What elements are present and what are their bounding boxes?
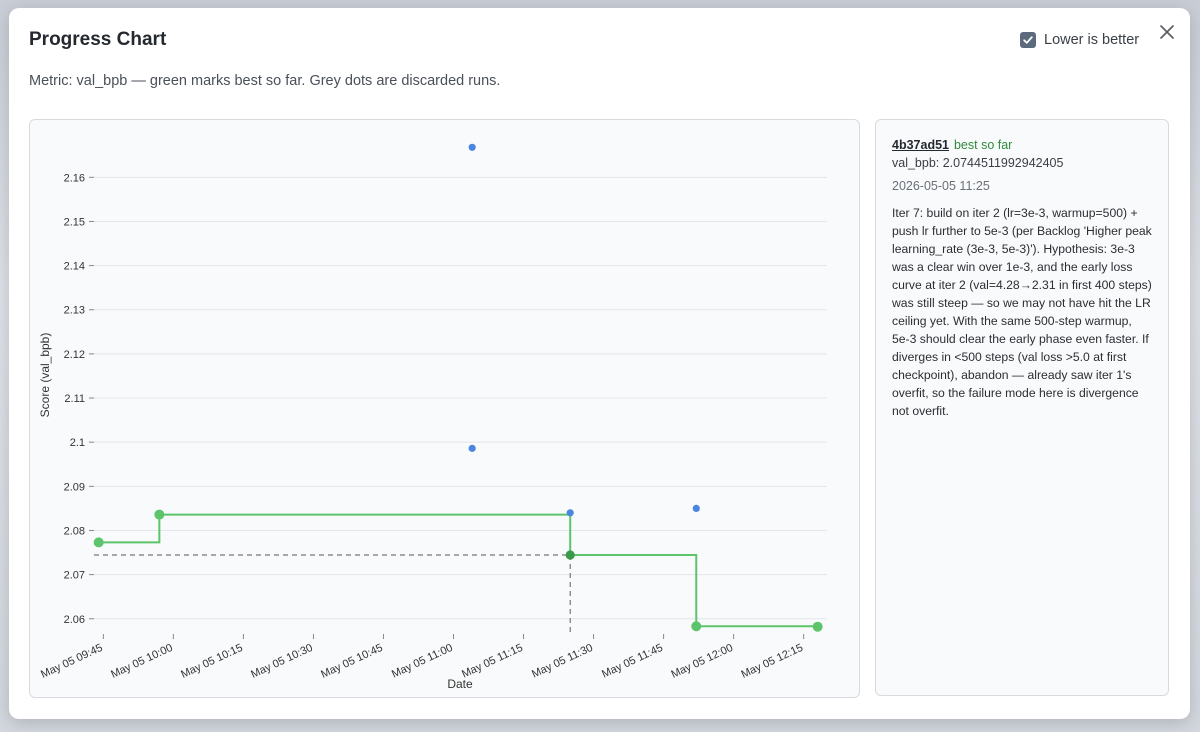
selected-run-point (565, 550, 575, 560)
y-tick-label: 2.06 (64, 614, 85, 626)
progress-chart: 2.06 2.07 2.08 2.09 2.1 2.11 2.12 2.13 2.14 2.15 2… (38, 143, 827, 691)
x-tick-label: May 05 10:30 (249, 642, 314, 681)
chart-panel: 2.06 2.07 2.08 2.09 2.1 2.11 2.12 2.13 2.14 2.15 2… (29, 119, 860, 698)
x-tick-label: May 05 11:30 (530, 642, 595, 681)
x-tick-label: May 05 10:00 (109, 642, 174, 681)
best-run-point (154, 509, 165, 520)
best-run-point (691, 621, 702, 632)
checkmark-icon (1023, 36, 1033, 44)
run-date: 2026-05-05 11:25 (892, 179, 990, 193)
close-icon (1160, 25, 1174, 39)
y-tick-label: 2.08 (64, 525, 85, 537)
x-tick-label: May 05 12:00 (669, 642, 734, 681)
y-tick-label: 2.09 (64, 481, 85, 493)
y-tick-label: 2.15 (64, 216, 85, 228)
y-tick-label: 2.1 (70, 437, 85, 449)
run-id-link[interactable]: 4b37ad51 (892, 138, 949, 152)
discarded-run-point (468, 444, 476, 452)
best-so-far-line (98, 513, 819, 628)
modal-subtitle: Metric: val_bpb — green marks best so fa… (29, 73, 501, 89)
y-tick-label: 2.16 (64, 172, 85, 184)
progress-chart-modal: Progress Chart Lower is better Metric: v… (9, 8, 1190, 719)
modal-title: Progress Chart (29, 29, 167, 50)
run-description: Iter 7: build on iter 2 (lr=3e-3, warmup… (892, 206, 1152, 418)
y-tick-label: 2.13 (64, 305, 85, 317)
x-axis-label: Date (447, 677, 473, 691)
x-tick-label: May 05 11:00 (390, 642, 455, 681)
y-tick-label: 2.14 (64, 261, 85, 273)
lower-is-better-label: Lower is better (1044, 32, 1140, 48)
discarded-run-point (692, 504, 700, 512)
x-tick-label: May 05 11:45 (600, 642, 665, 681)
run-metric-value: val_bpb: 2.0744511992942405 (892, 156, 1064, 170)
x-tick-label: May 05 12:15 (739, 642, 804, 681)
lower-is-better-toggle[interactable]: Lower is better (1020, 30, 1139, 50)
y-tick-label: 2.07 (64, 570, 85, 582)
x-tick-label: May 05 10:45 (319, 642, 384, 681)
best-run-point (93, 537, 104, 548)
x-tick-label: May 05 11:15 (460, 642, 525, 681)
close-button[interactable] (1157, 22, 1177, 42)
y-axis-label: Score (val_bpb) (38, 333, 52, 418)
discarded-run-point (468, 143, 476, 151)
best-run-point (812, 621, 823, 632)
discarded-run-point (566, 509, 574, 517)
y-tick-label: 2.12 (64, 349, 85, 361)
y-tick-label: 2.11 (64, 393, 85, 405)
x-tick-label: May 05 09:45 (39, 642, 104, 681)
run-detail-panel: 4b37ad51 best so far val_bpb: 2.074451199… (875, 119, 1169, 696)
best-so-far-tag: best so far (953, 138, 1013, 152)
lower-is-better-checkbox[interactable] (1020, 32, 1036, 48)
x-tick-label: May 05 10:15 (179, 642, 244, 681)
